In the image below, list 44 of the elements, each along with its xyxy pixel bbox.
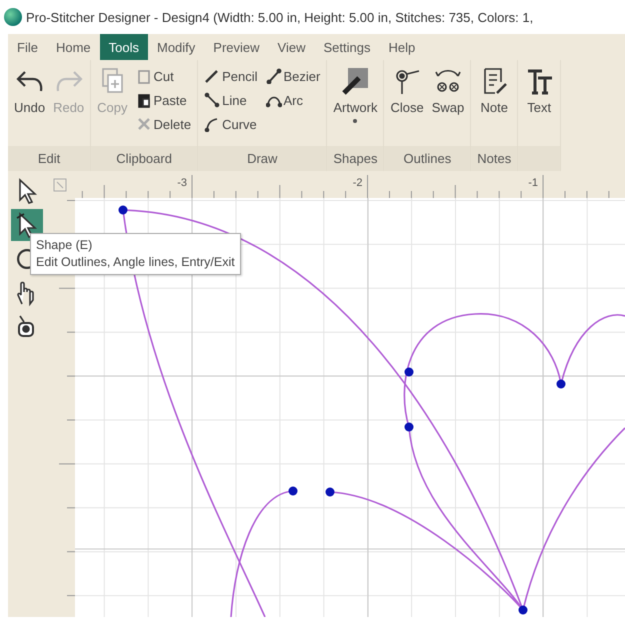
ribbon-button[interactable]: Close — [388, 64, 426, 136]
app-logo-icon — [4, 8, 22, 26]
ribbon-button[interactable]: Text — [522, 64, 556, 136]
group-label: Edit — [8, 146, 90, 171]
window-title: Pro-Stitcher Designer - Design4 (Width: 5.00 in, Height: 5.00 in, Stitches: 735, Colors: 1, — [26, 10, 534, 24]
ribbon-button[interactable]: Paste — [134, 88, 194, 112]
menu-item[interactable]: Help — [379, 34, 424, 60]
ribbon-button[interactable]: Delete — [134, 112, 194, 136]
pencil-icon — [204, 68, 220, 84]
dropdown-icon — [353, 119, 358, 123]
tooltip-title: Shape (E) — [36, 237, 94, 254]
ruler-label: -3 — [177, 177, 187, 189]
group-label: Draw — [198, 146, 326, 171]
ribbon-button[interactable]: Swap — [430, 64, 466, 136]
ruler-label: -1 — [528, 177, 538, 189]
tool-button[interactable] — [10, 209, 42, 241]
ruler-origin-icon — [51, 176, 69, 194]
menu-item[interactable]: Preview — [204, 34, 269, 60]
ribbon-button[interactable]: Artwork — [331, 64, 380, 136]
ribbon-button[interactable]: Cut — [134, 64, 194, 88]
menu-item[interactable]: Tools — [100, 34, 148, 60]
ribbon-button[interactable]: Bezier — [264, 64, 322, 88]
ribbon-button[interactable]: Pencil — [202, 64, 260, 88]
line-icon — [204, 92, 220, 108]
ribbon-button[interactable]: Line — [202, 88, 260, 112]
menu-item[interactable]: View — [268, 34, 314, 60]
group-label: Notes — [471, 146, 518, 171]
menu-item[interactable]: Settings — [314, 34, 380, 60]
menu-item[interactable]: Home — [46, 34, 100, 60]
group-label: Clipboard — [91, 146, 198, 171]
group-label: Outlines — [384, 146, 470, 171]
paste-icon — [136, 92, 152, 108]
menu-item[interactable]: File — [8, 34, 47, 60]
tooltip-text: Edit Outlines, Angle lines, Entry/Exit — [36, 254, 235, 271]
ruler-label: -2 — [352, 177, 362, 189]
ribbon-button[interactable]: Undo — [12, 64, 48, 136]
group-label: Shapes — [327, 146, 384, 171]
ribbon-button[interactable]: Note — [475, 64, 514, 136]
clipboard-icon — [136, 68, 152, 84]
ribbon-button[interactable]: Curve — [202, 112, 260, 136]
ribbon-button[interactable]: Arc — [264, 88, 322, 112]
delete-icon — [136, 116, 152, 132]
bezier-icon — [266, 68, 282, 84]
menu-item[interactable]: Modify — [148, 34, 204, 60]
